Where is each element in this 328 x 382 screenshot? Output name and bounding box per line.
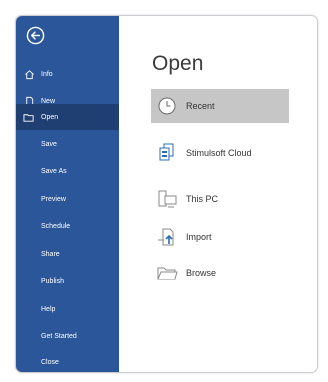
cloud-docs-icon	[156, 142, 178, 164]
sidebar-item-label: Share	[41, 250, 60, 258]
sidebar-item-info[interactable]: Info	[16, 62, 119, 86]
back-arrow-icon[interactable]	[26, 26, 45, 45]
sidebar-item-close[interactable]: Close	[16, 350, 119, 372]
place-label: Browse	[186, 268, 217, 278]
sidebar: Info New Open Save Save As Preview Sched…	[16, 16, 119, 372]
place-label: This PC	[186, 194, 219, 204]
sidebar-item-schedule[interactable]: Schedule	[16, 214, 119, 238]
sidebar-item-label: Get Started	[41, 332, 77, 340]
place-label: Recent	[186, 101, 215, 111]
sidebar-item-save-as[interactable]: Save As	[16, 159, 119, 183]
place-import[interactable]: Import	[151, 220, 289, 254]
place-label: Stimulsoft Cloud	[186, 148, 252, 158]
sidebar-item-label: Preview	[41, 195, 66, 203]
sidebar-item-share[interactable]: Share	[16, 242, 119, 266]
place-this-pc[interactable]: This PC	[151, 182, 289, 216]
place-recent[interactable]: Recent	[151, 89, 289, 123]
home-icon	[23, 68, 35, 80]
computer-icon	[156, 188, 178, 210]
sidebar-item-save[interactable]: Save	[16, 132, 119, 156]
import-icon	[156, 226, 178, 248]
sidebar-item-open[interactable]: Open	[16, 104, 119, 130]
sidebar-item-label: Publish	[41, 277, 64, 285]
place-label: Import	[186, 232, 212, 242]
sidebar-item-label: Close	[41, 358, 59, 366]
backstage-window: Info New Open Save Save As Preview Sched…	[15, 15, 318, 373]
clock-icon	[156, 95, 178, 117]
page-title: Open	[152, 52, 204, 75]
folder-icon	[156, 262, 178, 284]
sidebar-item-preview[interactable]: Preview	[16, 187, 119, 211]
folder-open-icon	[23, 111, 35, 123]
sidebar-item-label: Open	[41, 113, 59, 121]
sidebar-item-publish[interactable]: Publish	[16, 269, 119, 293]
sidebar-item-label: Help	[41, 305, 56, 313]
sidebar-item-help[interactable]: Help	[16, 297, 119, 321]
sidebar-item-label: Save As	[41, 167, 67, 175]
place-stimulsoft-cloud[interactable]: Stimulsoft Cloud	[151, 136, 289, 170]
sidebar-item-label: Save	[41, 140, 57, 148]
open-panel: Open Recent Stimulsoft Cloud This PC Imp…	[119, 16, 317, 372]
sidebar-item-label: Schedule	[41, 222, 71, 230]
sidebar-item-label: Info	[41, 70, 53, 78]
sidebar-item-get-started[interactable]: Get Started	[16, 324, 119, 348]
place-browse[interactable]: Browse	[151, 256, 289, 290]
